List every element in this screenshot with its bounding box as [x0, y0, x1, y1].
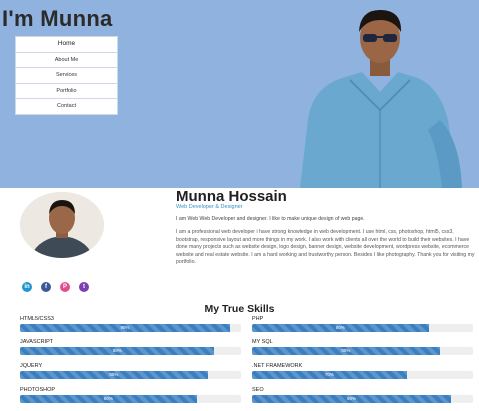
- skill-name: .NET FRAMEWORK: [252, 363, 303, 369]
- skill-progress-bar: 70%: [252, 371, 473, 379]
- skill-progress-bar: 88%: [20, 347, 241, 355]
- nav-item-portfolio[interactable]: Portfolio: [16, 84, 117, 99]
- profile-bio: I am a professional web developer i have…: [176, 229, 475, 266]
- skills-title: My True Skills: [204, 303, 275, 315]
- skill-php: PHP 80%: [252, 315, 473, 332]
- avatar-photo: [20, 192, 104, 258]
- skill-photoshop: PHOTOSHOP 80%: [20, 386, 241, 403]
- nav-menu: Home About Me Services Portfolio Contact: [15, 36, 118, 115]
- skill-progress-bar: 90%: [252, 395, 473, 403]
- profile-role: Web Developer & Designer: [176, 204, 243, 210]
- skill-name: SEO: [252, 387, 264, 393]
- skill-name: PHP: [252, 316, 264, 322]
- skill-name: HTML5/CSS3: [20, 316, 54, 322]
- skill-javascript: JAVASCRIPT 88%: [20, 338, 241, 355]
- nav-item-home[interactable]: Home: [16, 37, 117, 53]
- skill-progress-fill: 85%: [252, 347, 440, 355]
- twitter-icon[interactable]: t: [79, 282, 89, 292]
- hero-title: I'm Munna: [2, 6, 113, 31]
- skill-mysql: MY SQL 85%: [252, 338, 473, 355]
- skill-progress-bar: 80%: [20, 395, 241, 403]
- facebook-icon[interactable]: f: [41, 282, 51, 292]
- skill-progress-bar: 85%: [20, 371, 241, 379]
- profile-name: Munna Hossain: [176, 188, 287, 205]
- nav-item-contact[interactable]: Contact: [16, 99, 117, 114]
- hero-banner: I'm Munna Home About Me Services Portfol…: [0, 0, 479, 188]
- skill-progress-fill: 88%: [20, 347, 215, 355]
- profile-tagline: I am Web Web Developer and designer. I l…: [176, 216, 365, 222]
- nav-item-services[interactable]: Services: [16, 68, 117, 84]
- hero-person-photo: [300, 10, 462, 188]
- pinterest-icon[interactable]: P: [60, 282, 70, 292]
- skill-progress-fill: 85%: [20, 371, 208, 379]
- avatar: [20, 192, 104, 258]
- skill-progress-fill: 80%: [20, 395, 197, 403]
- skill-progress-fill: 70%: [252, 371, 407, 379]
- skill-progress-fill: 80%: [252, 324, 429, 332]
- skill-progress-fill: 95%: [20, 324, 230, 332]
- skill-name: MY SQL: [252, 339, 273, 345]
- nav-item-about[interactable]: About Me: [16, 53, 117, 68]
- linkedin-icon[interactable]: in: [22, 282, 32, 292]
- skill-progress-bar: 85%: [252, 347, 473, 355]
- skill-html-css: HTML5/CSS3 95%: [20, 315, 241, 332]
- skill-name: PHOTOSHOP: [20, 387, 56, 393]
- skill-seo: SEO 90%: [252, 386, 473, 403]
- skill-progress-bar: 80%: [252, 324, 473, 332]
- skill-jquery: JQUERY 85%: [20, 362, 241, 379]
- skill-name: JAVASCRIPT: [20, 339, 54, 345]
- skill-progress-fill: 90%: [252, 395, 451, 403]
- skill-name: JQUERY: [20, 363, 43, 369]
- skill-progress-bar: 95%: [20, 324, 241, 332]
- skill-dotnet: .NET FRAMEWORK 70%: [252, 362, 473, 379]
